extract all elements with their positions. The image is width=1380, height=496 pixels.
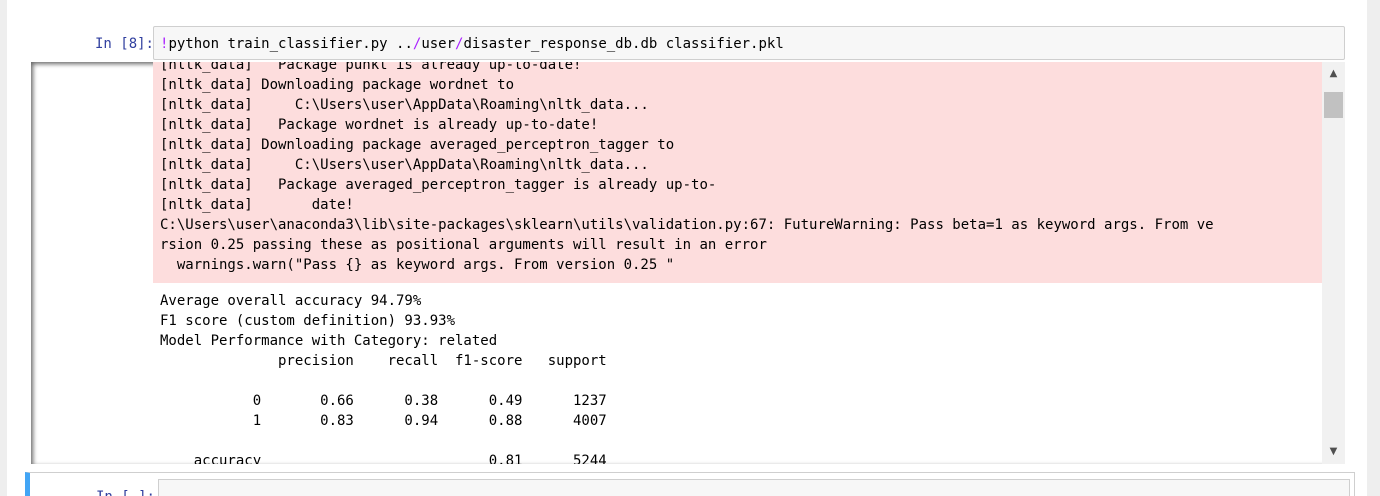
- code-text-3: disaster_response_db.db classifier.pkl: [463, 36, 784, 52]
- stderr-text: [nltk_data] Package punkt is already up-…: [160, 62, 1214, 273]
- scrollbar-thumb[interactable]: [1324, 92, 1343, 118]
- next-code-input[interactable]: [158, 479, 1350, 496]
- code-text-2: user: [421, 36, 456, 52]
- output-scrollbar[interactable]: ▲ ▼: [1322, 62, 1345, 464]
- stderr-output: [nltk_data] Package punkt is already up-…: [153, 62, 1322, 283]
- code-text-1: python train_classifier.py ..: [168, 36, 413, 52]
- code-input[interactable]: !python train_classifier.py ../user/disa…: [153, 26, 1345, 60]
- next-input-prompt: In [ ]:: [85, 487, 155, 496]
- scroll-down-icon[interactable]: ▼: [1322, 442, 1345, 462]
- output-scroll-region[interactable]: [nltk_data] Package punkt is already up-…: [31, 62, 1345, 464]
- input-prompt: In [8]:: [94, 36, 154, 52]
- output-area: [nltk_data] Package punkt is already up-…: [31, 62, 1345, 464]
- notebook-container: In [8]: !python train_classifier.py ../u…: [7, 0, 1367, 496]
- stdout-text: Average overall accuracy 94.79% F1 score…: [160, 293, 607, 464]
- scroll-up-icon[interactable]: ▲: [1322, 64, 1345, 84]
- code-line: !python train_classifier.py ../user/disa…: [160, 34, 784, 54]
- next-cell[interactable]: In [ ]:: [25, 472, 1355, 496]
